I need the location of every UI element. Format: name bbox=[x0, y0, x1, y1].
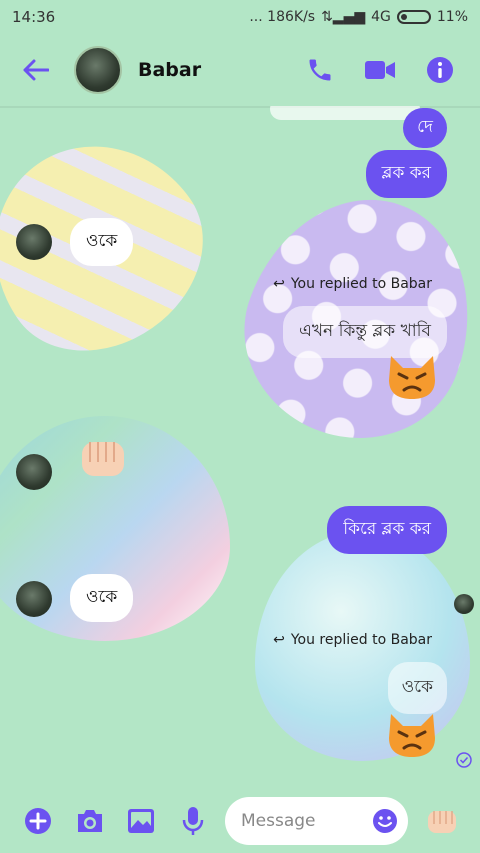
back-button[interactable] bbox=[14, 48, 58, 92]
message-text: ওকে bbox=[86, 587, 118, 607]
outgoing-message[interactable]: দে bbox=[403, 108, 447, 148]
message-input[interactable]: Message bbox=[225, 797, 409, 845]
outgoing-message[interactable]: কিরে ব্লক কর bbox=[327, 506, 447, 554]
message-text: ব্লক কর bbox=[381, 163, 431, 183]
plus-circle-icon bbox=[24, 808, 51, 834]
outgoing-message[interactable]: ব্লক কর bbox=[365, 150, 447, 198]
image-icon bbox=[128, 809, 155, 833]
composer-bar: Message bbox=[0, 789, 480, 853]
camera-button[interactable] bbox=[64, 795, 116, 847]
phone-icon bbox=[309, 59, 331, 81]
status-battery: 11% bbox=[436, 9, 468, 25]
reply-indicator: ↩ You replied to Babar bbox=[273, 632, 432, 648]
back-arrow-icon bbox=[23, 59, 49, 81]
status-time: 14:36 bbox=[12, 8, 56, 26]
incoming-message[interactable]: ওকে bbox=[70, 218, 134, 266]
chat-header: Babar bbox=[0, 34, 480, 106]
read-receipt-avatar bbox=[454, 594, 474, 614]
status-speed: ... 186K/s bbox=[249, 9, 316, 25]
sent-check-icon bbox=[456, 752, 472, 768]
voice-message-button[interactable] bbox=[167, 795, 219, 847]
outgoing-message-partial bbox=[270, 106, 420, 120]
sender-avatar[interactable] bbox=[16, 581, 52, 617]
status-network: 4G bbox=[371, 9, 391, 25]
quoted-text: ওকে bbox=[401, 677, 433, 697]
gallery-button[interactable] bbox=[116, 795, 168, 847]
emoji-icon[interactable] bbox=[372, 808, 398, 834]
microphone-icon bbox=[182, 807, 204, 835]
quoted-message[interactable]: এখন কিন্তু ব্লক খাবি bbox=[282, 306, 447, 358]
sender-avatar[interactable] bbox=[16, 454, 52, 490]
reply-arrow-icon: ↩ bbox=[273, 276, 285, 292]
quick-reaction-button[interactable] bbox=[416, 795, 468, 847]
reply-note-text: You replied to Babar bbox=[290, 632, 432, 648]
info-button[interactable] bbox=[414, 44, 466, 96]
add-button[interactable] bbox=[12, 795, 64, 847]
video-call-button[interactable] bbox=[354, 44, 406, 96]
info-icon bbox=[427, 57, 453, 83]
fist-bump-icon bbox=[428, 811, 457, 833]
message-input-placeholder: Message bbox=[241, 811, 316, 831]
sender-avatar[interactable] bbox=[16, 224, 52, 260]
angry-cat-reaction-icon[interactable] bbox=[385, 710, 439, 758]
reply-note-text: You replied to Babar bbox=[290, 276, 432, 292]
message-text: কিরে ব্লক কর bbox=[343, 519, 431, 539]
reply-arrow-icon: ↩ bbox=[273, 632, 285, 648]
fist-bump-sticker-icon[interactable] bbox=[76, 432, 130, 482]
avatar[interactable] bbox=[74, 46, 122, 94]
message-text: ওকে bbox=[86, 231, 118, 251]
quoted-text: এখন কিন্তু ব্লক খাবি bbox=[298, 321, 431, 341]
incoming-message[interactable]: ওকে bbox=[70, 574, 134, 622]
angry-cat-reaction-icon[interactable] bbox=[385, 352, 439, 400]
message-list[interactable]: দে ব্লক কর ওকে ↩ You replied to Babar এখ… bbox=[0, 106, 480, 789]
reply-indicator: ↩ You replied to Babar bbox=[273, 276, 432, 292]
video-camera-icon bbox=[365, 61, 395, 79]
message-text: দে bbox=[417, 117, 433, 137]
voice-call-button[interactable] bbox=[294, 44, 346, 96]
battery-icon bbox=[396, 10, 431, 24]
quoted-message[interactable]: ওকে bbox=[387, 662, 447, 714]
signal-icon: ⇅▂▄▆ bbox=[321, 9, 366, 25]
camera-icon bbox=[77, 810, 102, 832]
contact-name[interactable]: Babar bbox=[138, 59, 286, 81]
status-bar: 14:36 ... 186K/s ⇅▂▄▆ 4G 11% bbox=[0, 0, 480, 34]
